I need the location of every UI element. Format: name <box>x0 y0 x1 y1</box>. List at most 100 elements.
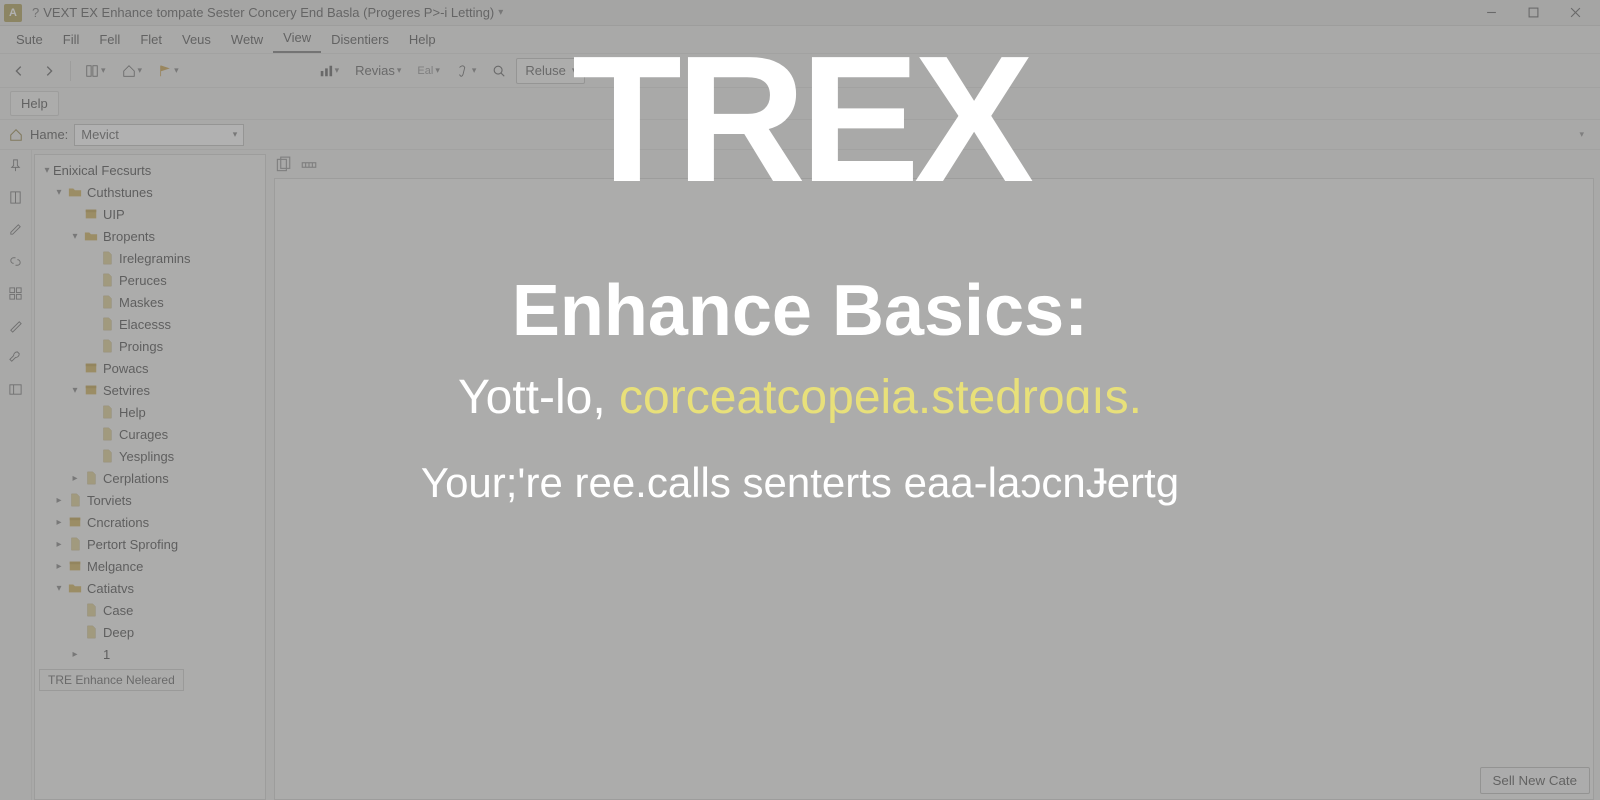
name-row: Hame: Mevict▾ ▾ <box>0 120 1600 150</box>
tree-node[interactable]: Case <box>35 599 265 621</box>
tree-node[interactable]: ▾ Cuthstunes <box>35 181 265 203</box>
minimize-button[interactable] <box>1470 0 1512 26</box>
tree-twisty-icon[interactable]: ▸ <box>53 539 65 550</box>
tree-node[interactable]: Elacesss <box>35 313 265 335</box>
tree-node[interactable]: Yesplings <box>35 445 265 467</box>
tree-node[interactable]: ▾Setvires <box>35 379 265 401</box>
layout-dropdown[interactable]: ▾ <box>79 58 112 84</box>
home-dropdown[interactable]: ▾ <box>116 58 149 84</box>
book-icon[interactable] <box>5 186 27 208</box>
menu-veus[interactable]: Veus <box>172 28 221 53</box>
tree-node[interactable]: Peruces <box>35 269 265 291</box>
tree-twisty-icon[interactable]: ▸ <box>53 517 65 528</box>
pencil-icon[interactable] <box>5 218 27 240</box>
tree-node[interactable]: Curages <box>35 423 265 445</box>
tree-node[interactable]: Powacs <box>35 357 265 379</box>
menu-wetw[interactable]: Wetw <box>221 28 273 53</box>
tree-twisty-icon[interactable]: ▾ <box>41 165 53 176</box>
tree-node[interactable]: ▸1 <box>35 643 265 665</box>
tree-twisty-icon[interactable]: ▾ <box>69 231 81 242</box>
page-icon <box>99 404 115 420</box>
module-icon <box>83 360 99 376</box>
tree-node[interactable]: Maskes <box>35 291 265 313</box>
tree-label: Catiatvs <box>87 581 134 596</box>
revias-dropdown[interactable]: Revias▾ <box>349 58 407 84</box>
reluse-dropdown[interactable]: Reluse▾ <box>516 58 585 84</box>
name-field[interactable]: Mevict▾ <box>74 124 244 146</box>
tree-node[interactable]: UIP <box>35 203 265 225</box>
tree-twisty-icon[interactable]: ▾ <box>69 385 81 396</box>
link-icon[interactable] <box>5 250 27 272</box>
nav-forward-button[interactable] <box>36 58 62 84</box>
title-help-icon[interactable]: ? <box>32 5 39 20</box>
tree-twisty-icon[interactable]: ▸ <box>53 561 65 572</box>
tree-twisty-icon[interactable]: ▸ <box>69 649 81 660</box>
page-icon <box>83 624 99 640</box>
page-icon <box>99 338 115 354</box>
none-icon <box>83 646 99 662</box>
project-tree-panel[interactable]: ▾Enixical Fecsurts▾CuthstunesUIP▾Bropent… <box>34 154 266 800</box>
page-icon <box>99 448 115 464</box>
new-cate-button[interactable]: Sell New Cate <box>1480 767 1590 794</box>
canvas[interactable] <box>274 178 1594 800</box>
collapse-caret-icon[interactable]: ▾ <box>1579 129 1594 140</box>
page-icon <box>67 492 83 508</box>
tree-twisty-icon[interactable]: ▸ <box>53 495 65 506</box>
help-chip[interactable]: Help <box>10 91 59 116</box>
tree-node[interactable]: ▸ Pertort Sprofing <box>35 533 265 555</box>
tree-node[interactable]: ▸Cerplations <box>35 467 265 489</box>
copy-icon[interactable] <box>274 156 292 174</box>
tree-node[interactable]: Proings <box>35 335 265 357</box>
tree-label: Irelegramins <box>119 251 191 266</box>
wrench-icon[interactable] <box>5 346 27 368</box>
tree-node[interactable]: Help <box>35 401 265 423</box>
function-dropdown[interactable]: ▾ <box>450 58 483 84</box>
panel-icon[interactable] <box>5 378 27 400</box>
brush-icon[interactable] <box>5 314 27 336</box>
flag-dropdown[interactable]: ▾ <box>152 58 185 84</box>
tree-twisty-icon[interactable]: ▾ <box>53 583 65 594</box>
menu-flet[interactable]: Flet <box>130 28 172 53</box>
close-button[interactable] <box>1554 0 1596 26</box>
page-icon <box>99 426 115 442</box>
nav-back-button[interactable] <box>6 58 32 84</box>
tree-node[interactable]: Irelegramins <box>35 247 265 269</box>
help-bar: Help <box>0 88 1600 120</box>
tree-node[interactable]: Deep <box>35 621 265 643</box>
tree-twisty-icon[interactable]: ▾ <box>53 187 65 198</box>
menu-fill[interactable]: Fill <box>53 28 90 53</box>
menu-sute[interactable]: Sute <box>6 28 53 53</box>
menu-help[interactable]: Help <box>399 28 446 53</box>
folder-icon <box>83 228 99 244</box>
search-button[interactable] <box>486 58 512 84</box>
chart-dropdown[interactable]: ▾ <box>313 58 346 84</box>
window-title: VEXT EX Enhance tompate Sester Concery E… <box>43 5 494 20</box>
tree-label: Melgance <box>87 559 143 574</box>
tree-node[interactable]: ▸ Melgance <box>35 555 265 577</box>
ruler-icon[interactable] <box>300 156 318 174</box>
module-icon <box>67 514 83 530</box>
tree-node[interactable]: ▾Bropents <box>35 225 265 247</box>
menu-view[interactable]: View <box>273 26 321 53</box>
tree-label: Curages <box>119 427 168 442</box>
pin-icon[interactable] <box>5 154 27 176</box>
menu-fell[interactable]: Fell <box>89 28 130 53</box>
tree-label: Pertort Sprofing <box>87 537 178 552</box>
tree-label: Deep <box>103 625 134 640</box>
menu-disentiers[interactable]: Disentiers <box>321 28 399 53</box>
tree-twisty-icon[interactable]: ▸ <box>69 473 81 484</box>
title-dropdown-caret-icon[interactable]: ▾ <box>498 7 503 18</box>
tree-node[interactable]: ▸Cncrations <box>35 511 265 533</box>
tree-node[interactable]: ▾ Catiatvs <box>35 577 265 599</box>
canvas-mini-toolbar <box>270 156 1594 178</box>
tree-node[interactable]: ▸Torviets <box>35 489 265 511</box>
home-icon[interactable] <box>6 125 26 145</box>
tree-label: Case <box>103 603 133 618</box>
eal-dropdown[interactable]: Eal▾ <box>411 58 445 84</box>
grid-icon[interactable] <box>5 282 27 304</box>
maximize-button[interactable] <box>1512 0 1554 26</box>
tree-label: Peruces <box>119 273 167 288</box>
tree-root[interactable]: ▾Enixical Fecsurts <box>35 159 265 181</box>
tree-label: Enixical Fecsurts <box>53 163 151 178</box>
tree-label: Cuthstunes <box>87 185 153 200</box>
